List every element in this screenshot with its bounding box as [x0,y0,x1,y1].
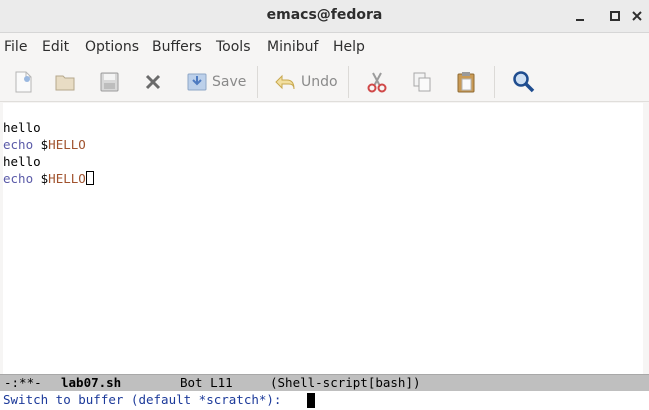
minibuffer-cursor [307,393,315,408]
save-icon [187,73,207,91]
maximize-icon[interactable] [607,8,623,24]
minibuffer[interactable]: Switch to buffer (default *scratch*): [0,391,649,410]
code-line: echo $HELLO [3,170,94,187]
window-title: emacs@fedora [266,7,383,23]
minimize-icon[interactable] [572,8,588,24]
menu-tools[interactable]: Tools [216,39,251,55]
toolbar-separator [257,66,258,98]
menu-edit[interactable]: Edit [42,39,69,55]
editor-buffer[interactable]: hello echo $HELLO hello echo $HELLO [3,103,643,375]
menu-options[interactable]: Options [85,39,139,55]
undo-label: Undo [301,74,338,90]
menu-file[interactable]: File [4,39,27,55]
variable: HELLO [48,171,86,186]
toolbar: Save Undo [0,62,649,102]
copy-icon[interactable] [411,69,433,95]
cut-icon[interactable] [366,69,388,95]
menu-buffers[interactable]: Buffers [152,39,202,55]
menu-bar: File Edit Options Buffers Tools Minibuf … [0,34,649,62]
major-mode[interactable]: (Shell-script[bash]) [270,375,421,391]
menu-help[interactable]: Help [333,39,365,55]
cursor-position: Bot L11 [180,375,233,390]
mode-line: -:**- lab07.sh Bot L11 (Shell-script[bas… [0,374,649,391]
disk-icon[interactable] [98,69,120,95]
buffer-name[interactable]: lab07.sh [61,375,121,391]
close-window-icon[interactable] [629,8,645,24]
menu-minibuf[interactable]: Minibuf [267,39,318,55]
toolbar-separator [494,66,495,98]
search-icon[interactable] [512,69,536,95]
save-button[interactable]: Save [186,69,246,95]
new-file-icon[interactable] [12,69,34,95]
minibuffer-prompt: Switch to buffer (default *scratch*): [3,392,289,407]
code-line: echo $HELLO [3,137,86,152]
text-cursor [85,171,94,185]
undo-icon [275,74,295,90]
paste-icon[interactable] [455,69,477,95]
keyword: echo [3,171,34,186]
buffer-status: -:**- [4,375,42,390]
code-line: hello [3,154,41,169]
code-line: hello [3,120,41,135]
undo-button[interactable]: Undo [273,69,338,95]
keyword: echo [3,137,34,152]
open-folder-icon[interactable] [54,69,76,95]
variable: HELLO [48,137,86,152]
save-label: Save [212,74,247,90]
close-icon[interactable] [142,69,164,95]
title-bar: emacs@fedora [0,0,649,33]
toolbar-separator [348,66,349,98]
